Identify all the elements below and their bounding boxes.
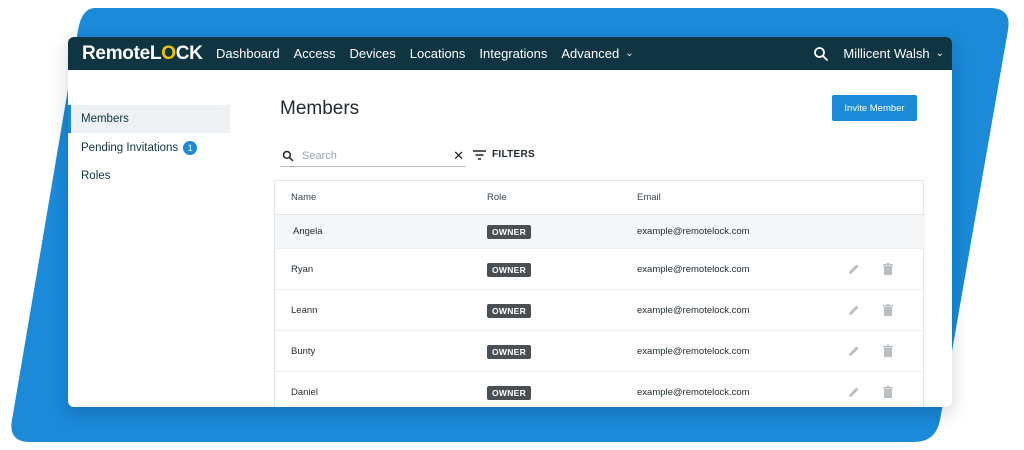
member-name: Leann <box>291 305 318 316</box>
count-badge: 1 <box>183 141 198 155</box>
search-field: ✕ <box>280 145 466 167</box>
table-row[interactable]: Angela OWNER example@remotelock.com <box>275 215 925 249</box>
table-row[interactable]: Daniel OWNER example@remotelock.com <box>275 372 925 407</box>
nav-devices[interactable]: Devices <box>350 46 396 61</box>
user-menu[interactable]: Millicent Walsh ⌄ <box>843 46 944 61</box>
sidebar-item-pending-invitations[interactable]: Pending Invitations 1 <box>68 134 230 162</box>
role-badge: OWNER <box>487 263 532 277</box>
invite-member-button[interactable]: Invite Member <box>832 95 917 121</box>
pencil-icon[interactable] <box>847 303 861 317</box>
role-badge: OWNER <box>487 345 532 359</box>
column-header-role[interactable]: Role <box>487 192 507 203</box>
filters-label: FILTERS <box>492 149 536 160</box>
table-header: Name Role Email <box>275 181 925 215</box>
pencil-icon[interactable] <box>847 385 861 399</box>
user-name-label: Millicent Walsh <box>843 46 930 61</box>
table-row[interactable]: Bunty OWNER example@remotelock.com <box>275 331 925 372</box>
page-title: Members <box>280 98 360 119</box>
role-badge: OWNER <box>487 225 532 239</box>
sidebar-item-label: Members <box>81 113 129 125</box>
pencil-icon[interactable] <box>847 344 861 358</box>
nav-access[interactable]: Access <box>294 46 336 61</box>
sidebar-item-label: Roles <box>81 170 111 182</box>
member-email: example@remotelock.com <box>637 226 750 237</box>
nav-integrations[interactable]: Integrations <box>479 46 547 61</box>
nav-locations[interactable]: Locations <box>410 46 466 61</box>
sidebar-item-label: Pending Invitations <box>81 142 179 154</box>
remotelock-logo[interactable]: RemoteLOCK <box>82 43 203 65</box>
member-email: example@remotelock.com <box>637 305 750 316</box>
close-icon[interactable]: ✕ <box>453 148 464 164</box>
table-row[interactable]: Ryan OWNER example@remotelock.com <box>275 249 925 290</box>
nav-advanced[interactable]: Advanced ⌄ <box>561 46 633 61</box>
nav-right: Millicent Walsh ⌄ <box>813 37 944 70</box>
chevron-down-icon: ⌄ <box>935 48 944 59</box>
trash-icon[interactable] <box>881 344 895 358</box>
column-header-name[interactable]: Name <box>291 192 316 203</box>
trash-icon[interactable] <box>881 262 895 276</box>
member-name: Ryan <box>291 264 314 275</box>
main-nav: Dashboard Access Devices Locations Integ… <box>216 37 648 70</box>
search-input[interactable] <box>302 149 442 162</box>
nav-dashboard[interactable]: Dashboard <box>216 46 280 61</box>
nav-advanced-label: Advanced <box>561 46 620 61</box>
member-name: Angela <box>293 226 323 237</box>
table-row[interactable]: Leann OWNER example@remotelock.com <box>275 290 925 331</box>
trash-icon[interactable] <box>881 385 895 399</box>
member-name: Daniel <box>291 387 318 398</box>
member-email: example@remotelock.com <box>637 264 750 275</box>
column-header-email[interactable]: Email <box>637 192 661 203</box>
chevron-down-icon: ⌄ <box>625 48 634 59</box>
role-badge: OWNER <box>487 304 532 318</box>
sidebar-item-members[interactable]: Members <box>68 105 230 133</box>
member-email: example@remotelock.com <box>637 346 750 357</box>
member-name: Bunty <box>291 346 316 357</box>
filter-icon <box>473 149 486 160</box>
top-navbar: RemoteLOCK Dashboard Access Devices Loca… <box>68 37 952 70</box>
trash-icon[interactable] <box>881 303 895 317</box>
search-icon <box>282 150 294 161</box>
sidebar: Members Pending Invitations 1 Roles <box>68 70 268 407</box>
role-badge: OWNER <box>487 386 532 400</box>
sidebar-item-roles[interactable]: Roles <box>68 162 230 190</box>
members-table: Name Role Email Angela OWNER example@rem… <box>274 180 925 407</box>
pencil-icon[interactable] <box>847 262 861 276</box>
app-window: RemoteLOCK Dashboard Access Devices Loca… <box>68 37 952 407</box>
search-icon[interactable] <box>813 46 829 62</box>
filters-button[interactable]: FILTERS <box>473 149 535 160</box>
member-email: example@remotelock.com <box>637 387 750 398</box>
